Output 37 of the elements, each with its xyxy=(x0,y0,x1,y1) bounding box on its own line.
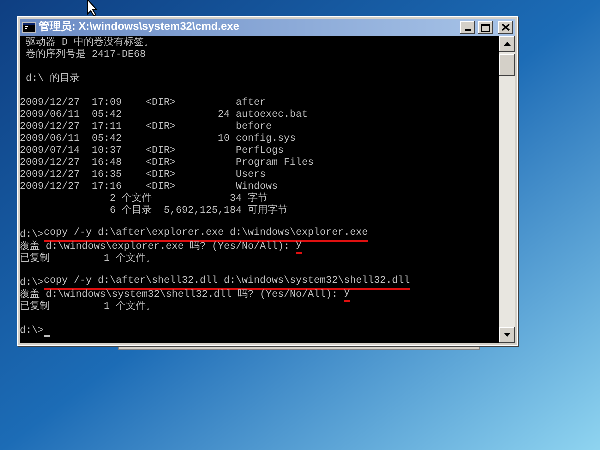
console-text: 2009/06/11 05:42 24 autoexec.bat xyxy=(20,110,308,122)
close-icon xyxy=(502,24,510,31)
minimize-button[interactable] xyxy=(460,21,475,34)
scroll-up-icon[interactable] xyxy=(499,36,515,52)
console-text: 2009/12/27 16:48 <DIR> Program Files xyxy=(20,158,314,170)
console-text: d:\ 的目录 xyxy=(25,74,80,86)
console-text: 驱动器 D 中的卷没有标签。 xyxy=(25,38,154,49)
console-text: 已复制 1 个文件。 xyxy=(20,302,156,314)
console-text: 已复制 1 个文件。 xyxy=(20,254,156,266)
console-text: 覆盖 d:\windows\explorer.exe 吗? (Yes/No/All): xyxy=(20,242,292,253)
console-text: d:\> xyxy=(20,230,44,241)
console-text: 2009/12/27 17:11 <DIR> before xyxy=(20,122,272,134)
text-cursor-icon xyxy=(44,335,50,337)
console-text: 卷的序列号是 2417-DE68 xyxy=(25,50,146,62)
scroll-thumb[interactable] xyxy=(499,54,515,76)
console-text: 2009/12/27 16:35 <DIR> Users xyxy=(20,170,266,182)
console-text: 2 个文件 34 字节 xyxy=(109,194,268,205)
close-button[interactable] xyxy=(498,21,513,34)
underlined-console-text: y xyxy=(296,240,302,254)
console-text: 覆盖 d:\windows\system32\shell32.dll 吗? (Yes/No/All): xyxy=(20,290,340,301)
console-text: 2009/12/27 17:16 <DIR> Windows xyxy=(20,182,278,193)
scrollbar[interactable] xyxy=(499,36,515,343)
window-title: 管理员: X:\windows\system32\cmd.exe xyxy=(39,22,241,33)
maximize-button[interactable] xyxy=(478,21,493,34)
console-text: 2009/12/27 17:09 <DIR> after xyxy=(20,98,266,110)
console-text: 2009/07/14 10:37 <DIR> PerfLogs xyxy=(20,146,284,158)
underlined-console-text: y xyxy=(344,288,350,302)
console-text: d:\> xyxy=(20,278,44,289)
maximize-icon xyxy=(481,24,490,32)
console-icon xyxy=(22,22,36,33)
console-text: 6 个目录 5,692,125,184 可用字节 xyxy=(109,206,288,218)
scroll-down-icon[interactable] xyxy=(499,327,515,343)
underlined-console-text: copy /-y d:\after\shell32.dll d:\windows\system32\shell32.dll xyxy=(44,276,410,290)
console-text: 2009/06/11 05:42 10 config.sys xyxy=(20,134,296,146)
console-text: d:\> xyxy=(20,326,44,338)
underlined-console-text: copy /-y d:\after\explorer.exe d:\windows\explorer.exe xyxy=(44,228,368,242)
minimize-icon xyxy=(464,29,470,31)
